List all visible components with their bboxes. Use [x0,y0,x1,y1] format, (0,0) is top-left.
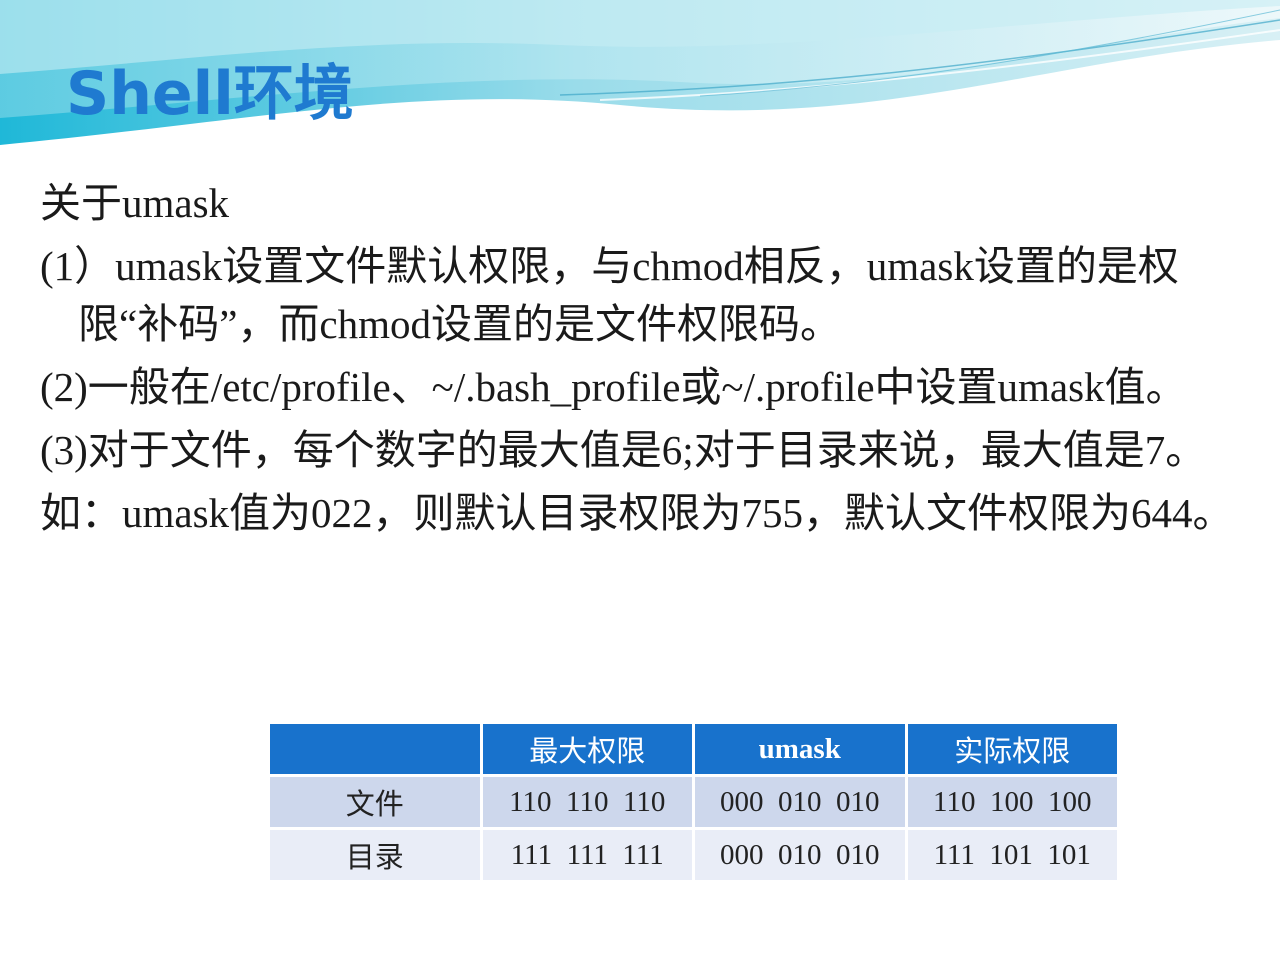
table-cell: 目录 [267,827,483,883]
table-header-row: 最大权限 umask 实际权限 [267,721,1120,777]
table-cell: 文件 [267,774,483,830]
table-header-cell-actual: 实际权限 [904,721,1120,777]
table-cell: 111 101 101 [904,827,1120,883]
slide-body: 关于umask (1）umask设置文件默认权限，与chmod相反，umask设… [40,174,1240,547]
bullet-item-2: (2)一般在/etc/profile、~/.bash_profile或~/.pr… [40,364,1187,410]
table-cell: 110 110 110 [479,774,695,830]
bullet-item-1: (1）umask设置文件默认权限，与chmod相反，umask设置的是权限“补码… [40,243,1179,347]
example-item: 如：umask值为022，则默认目录权限为755，默认文件权限为644。 [40,490,1234,536]
slide: Shell环境 关于umask (1）umask设置文件默认权限，与chmod相… [0,0,1280,960]
bullet-item-3: (3)对于文件，每个数字的最大值是6;对于目录来说，最大值是7。 [40,427,1207,473]
table-cell: 000 010 010 [692,827,908,883]
table-cell: 111 111 111 [479,827,695,883]
table-header-cell-umask: umask [692,721,908,777]
table-cell: 110 100 100 [904,774,1120,830]
content-heading: 关于umask [40,180,230,226]
table-row: 目录 111 111 111 000 010 010 111 101 101 [267,827,1120,883]
table-row: 文件 110 110 110 000 010 010 110 100 100 [267,774,1120,830]
table-header-cell-blank [267,721,483,777]
permission-table-wrapper: 最大权限 umask 实际权限 文件 110 110 110 000 010 0… [267,721,1120,883]
table-cell: 000 010 010 [692,774,908,830]
permission-table: 最大权限 umask 实际权限 文件 110 110 110 000 010 0… [267,721,1120,883]
table-header-cell-max: 最大权限 [479,721,695,777]
slide-title: Shell环境 [66,59,354,129]
